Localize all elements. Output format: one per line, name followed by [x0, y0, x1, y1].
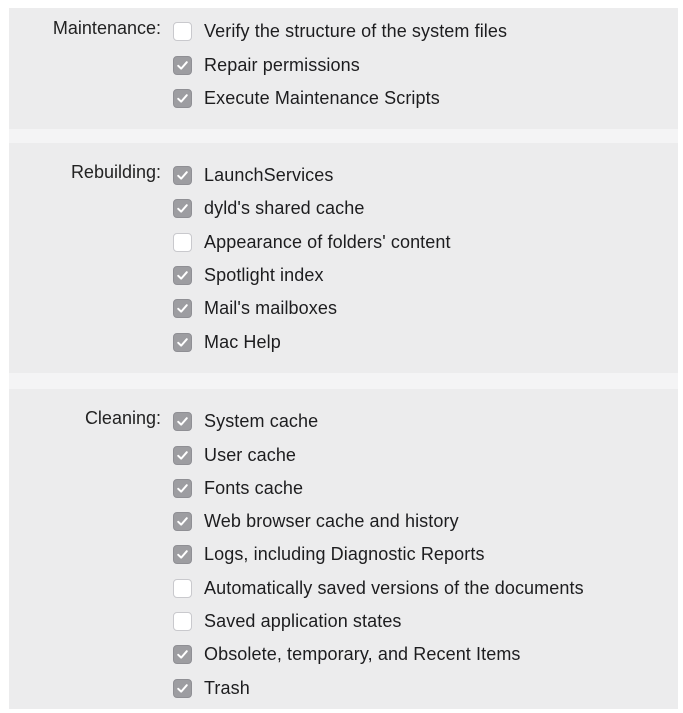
checkbox-row-trash[interactable]: Trash [173, 675, 250, 701]
checkbox[interactable] [173, 88, 192, 108]
checkbox-label: Mac Help [204, 331, 281, 352]
checkbox[interactable] [173, 198, 192, 218]
checkmark-icon [177, 416, 188, 426]
checkbox-row-dyld-cache[interactable]: dyld's shared cache [173, 195, 364, 221]
checkbox-row-mail-mailboxes[interactable]: Mail's mailboxes [173, 295, 337, 321]
checkmark-icon [177, 683, 188, 693]
checkmark-icon [177, 337, 188, 347]
checkbox-label: Obsolete, temporary, and Recent Items [204, 643, 521, 664]
checkbox[interactable] [173, 165, 192, 185]
checkmark-icon [177, 203, 188, 213]
checkmark-icon [177, 170, 188, 180]
checkmark-icon [177, 303, 188, 313]
rebuilding-section: Rebuilding: LaunchServices dyld's shared… [9, 143, 678, 373]
checkmark-icon [177, 60, 188, 70]
checkbox[interactable] [173, 411, 192, 431]
checkbox-label: Verify the structure of the system files [204, 20, 508, 41]
checkbox-label: Logs, including Diagnostic Reports [204, 543, 485, 564]
checkbox[interactable] [173, 478, 192, 498]
cleaning-section-label: Cleaning: [84, 408, 161, 428]
checkbox-label: System cache [204, 410, 319, 431]
checkbox-label: User cache [204, 444, 297, 465]
checkbox-label: Trash [204, 677, 250, 698]
checkbox-row-user-cache[interactable]: User cache [173, 442, 296, 468]
checkbox-label: dyld's shared cache [204, 197, 365, 218]
options-panel: Maintenance: Verify the structure of the… [9, 8, 678, 709]
checkbox-row-web-browser-cache[interactable]: Web browser cache and history [173, 508, 459, 534]
checkbox[interactable] [173, 511, 192, 531]
checkmark-icon [177, 549, 188, 559]
checkbox-row-logs[interactable]: Logs, including Diagnostic Reports [173, 541, 485, 567]
checkmark-icon [177, 483, 188, 493]
checkbox-row-folder-appearance[interactable]: Appearance of folders' content [173, 229, 451, 255]
checkbox-row-maintenance-scripts[interactable]: Execute Maintenance Scripts [173, 85, 440, 111]
checkbox[interactable] [173, 21, 192, 41]
checkbox[interactable] [173, 265, 192, 285]
checkbox-row-saved-app-states[interactable]: Saved application states [173, 608, 402, 634]
section-divider [9, 129, 678, 143]
checkbox-label: Repair permissions [204, 54, 360, 75]
checkmark-icon [177, 93, 188, 103]
checkbox-row-autosaved-versions[interactable]: Automatically saved versions of the docu… [173, 575, 584, 601]
checkbox-row-obsolete-items[interactable]: Obsolete, temporary, and Recent Items [173, 641, 521, 667]
checkmark-icon [177, 450, 188, 460]
checkbox-label: LaunchServices [204, 164, 334, 185]
checkbox-row-verify-system-files[interactable]: Verify the structure of the system files [173, 18, 507, 44]
checkbox-row-spotlight-index[interactable]: Spotlight index [173, 262, 324, 288]
checkbox[interactable] [173, 445, 192, 465]
checkbox-label: Execute Maintenance Scripts [204, 87, 440, 108]
cleaning-section: Cleaning: System cache User cache Fonts … [9, 389, 678, 709]
maintenance-section-label: Maintenance: [52, 18, 161, 38]
checkbox[interactable] [173, 544, 192, 564]
checkbox-label: Appearance of folders' content [204, 231, 451, 252]
checkbox[interactable] [173, 578, 192, 598]
checkbox[interactable] [173, 232, 192, 252]
checkbox[interactable] [173, 644, 192, 664]
checkbox-label: Mail's mailboxes [204, 297, 338, 318]
checkbox[interactable] [173, 611, 192, 631]
rebuilding-section-label: Rebuilding: [70, 162, 161, 182]
section-divider [9, 373, 678, 389]
checkbox[interactable] [173, 678, 192, 698]
checkbox-label: Saved application states [204, 610, 402, 631]
checkbox-label: Spotlight index [204, 264, 324, 285]
checkbox[interactable] [173, 332, 192, 352]
checkbox-row-launchservices[interactable]: LaunchServices [173, 162, 333, 188]
checkbox[interactable] [173, 55, 192, 75]
checkmark-icon [177, 270, 188, 280]
checkbox-row-mac-help[interactable]: Mac Help [173, 329, 281, 355]
checkbox-row-fonts-cache[interactable]: Fonts cache [173, 475, 303, 501]
checkmark-icon [177, 649, 188, 659]
checkmark-icon [177, 516, 188, 526]
checkbox[interactable] [173, 298, 192, 318]
checkbox-label: Web browser cache and history [204, 510, 459, 531]
checkbox-row-system-cache[interactable]: System cache [173, 408, 318, 434]
checkbox-row-repair-permissions[interactable]: Repair permissions [173, 52, 360, 78]
checkbox-label: Automatically saved versions of the docu… [204, 577, 584, 598]
maintenance-section: Maintenance: Verify the structure of the… [9, 8, 678, 129]
checkbox-label: Fonts cache [204, 477, 304, 498]
